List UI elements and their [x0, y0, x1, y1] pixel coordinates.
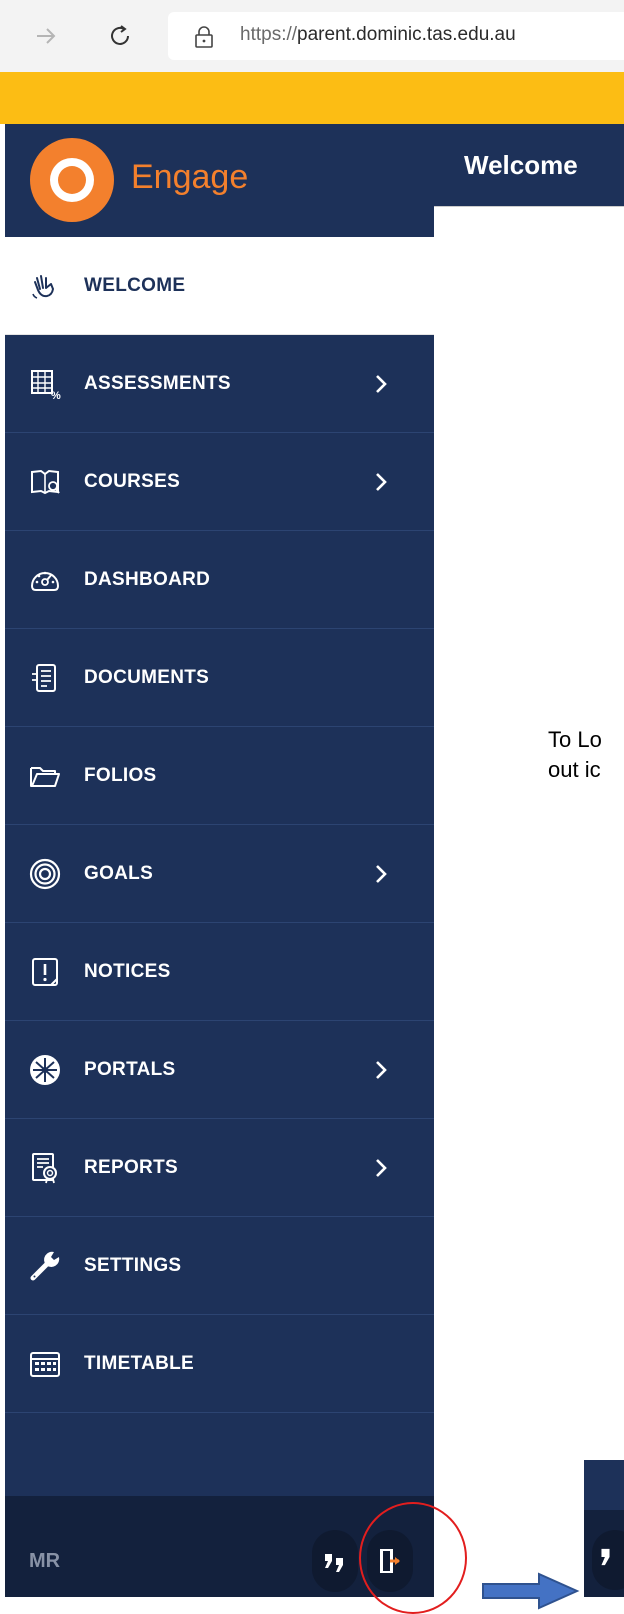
book-search-icon — [31, 469, 60, 495]
sidebar-item-timetable[interactable]: TIMETABLE — [5, 1315, 434, 1413]
thumbnail-quote-button — [592, 1530, 624, 1590]
sidebar-item-label: WELCOME — [84, 275, 186, 296]
address-bar[interactable]: https://parent.dominic.tas.edu.au — [168, 12, 624, 60]
quote-icon — [325, 1554, 343, 1572]
timetable-icon — [30, 1352, 60, 1377]
sidebar-item-folios[interactable]: FOLIOS — [5, 727, 434, 825]
sidebar-item-label: SETTINGS — [84, 1255, 182, 1276]
chevron-right-icon — [376, 473, 387, 491]
reload-button[interactable] — [102, 18, 138, 54]
sidebar-menu: WELCOME % ASSESSMENTS COURSES DASHBOARD … — [5, 237, 434, 1413]
notice-icon — [32, 958, 58, 986]
arrow-right-icon — [482, 1572, 580, 1610]
url-text: https://parent.dominic.tas.edu.au — [240, 24, 516, 46]
notification-banner — [0, 72, 624, 124]
instruction-line-2: out ic — [548, 757, 601, 782]
target-icon — [29, 858, 61, 890]
report-icon — [32, 1153, 57, 1184]
engage-logo-icon — [30, 138, 114, 222]
quote-icon — [601, 1548, 610, 1566]
sidebar-item-welcome[interactable]: WELCOME — [5, 237, 434, 335]
brand-name: Engage — [131, 158, 249, 196]
chevron-right-icon — [376, 375, 387, 393]
document-icon — [32, 664, 56, 692]
sidebar-item-label: DASHBOARD — [84, 569, 211, 590]
sidebar-item-portals[interactable]: PORTALS — [5, 1021, 434, 1119]
lock-icon — [195, 26, 213, 48]
chevron-right-icon — [376, 1061, 387, 1079]
sidebar-item-documents[interactable]: DOCUMENTS — [5, 629, 434, 727]
logout-thumbnail — [584, 1460, 624, 1597]
page-title: Welcome — [464, 150, 578, 180]
url-protocol: https:// — [240, 24, 298, 45]
user-initials[interactable]: MR — [29, 1550, 60, 1573]
logout-highlight-circle — [359, 1502, 467, 1614]
sidebar-item-settings[interactable]: SETTINGS — [5, 1217, 434, 1315]
sidebar-item-label: REPORTS — [84, 1157, 178, 1178]
sidebar-item-label: DOCUMENTS — [84, 667, 210, 688]
url-host: parent.dominic.tas.edu.au — [297, 24, 516, 45]
hand-wave-icon — [32, 275, 55, 299]
sidebar-item-goals[interactable]: GOALS — [5, 825, 434, 923]
sidebar-item-label: COURSES — [84, 471, 181, 492]
forward-arrow-icon — [37, 28, 56, 44]
main-header: Welcome — [434, 124, 624, 207]
brand-header[interactable]: Engage — [5, 124, 434, 237]
sidebar-item-label: ASSESSMENTS — [84, 373, 231, 394]
instruction-text: To Lo out ic — [548, 725, 624, 785]
chevron-right-icon — [376, 865, 387, 883]
forward-button[interactable] — [28, 18, 64, 54]
browser-toolbar: https://parent.dominic.tas.edu.au — [0, 0, 624, 72]
sidebar-item-label: PORTALS — [84, 1059, 176, 1080]
sidebar-item-courses[interactable]: COURSES — [5, 433, 434, 531]
speedometer-icon — [30, 571, 60, 591]
folder-icon — [30, 767, 60, 787]
sidebar-item-label: TIMETABLE — [84, 1353, 195, 1374]
chevron-right-icon — [376, 1159, 387, 1177]
sidebar-item-label: FOLIOS — [84, 765, 157, 786]
svg-text:%: % — [51, 390, 61, 400]
grid-percent-icon: % — [31, 370, 61, 400]
portal-icon — [30, 1055, 60, 1085]
reload-icon — [111, 25, 129, 45]
sidebar-item-assessments[interactable]: % ASSESSMENTS — [5, 335, 434, 433]
sidebar-item-label: GOALS — [84, 863, 154, 884]
sidebar: Engage WELCOME % ASSESSMENTS COURSES DAS… — [5, 124, 434, 1597]
quote-button[interactable] — [312, 1530, 358, 1592]
instruction-line-1: To Lo — [548, 727, 602, 752]
sidebar-item-notices[interactable]: NOTICES — [5, 923, 434, 1021]
sidebar-item-label: NOTICES — [84, 961, 171, 982]
wrench-icon — [30, 1251, 60, 1281]
sidebar-item-reports[interactable]: REPORTS — [5, 1119, 434, 1217]
sidebar-item-dashboard[interactable]: DASHBOARD — [5, 531, 434, 629]
